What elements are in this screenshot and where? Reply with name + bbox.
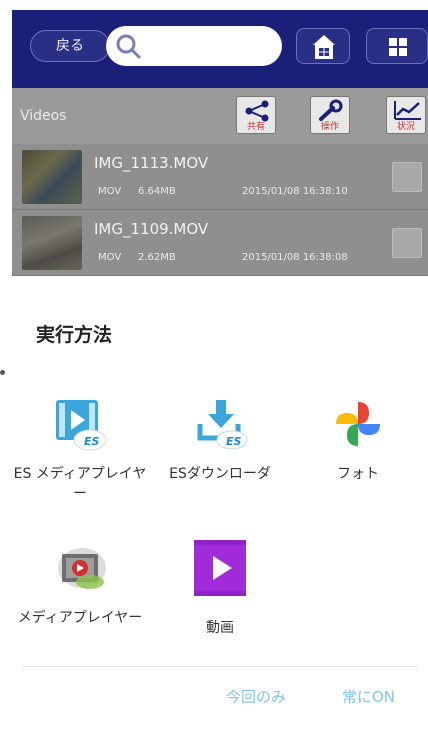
sheet-divider <box>22 666 418 667</box>
file-size: 6.64MB <box>138 186 176 197</box>
file-name: IMG_1109.MOV <box>94 220 209 238</box>
sheet-title: 実行方法 <box>36 324 113 346</box>
home-button[interactable] <box>296 28 350 64</box>
file-type: MOV <box>98 186 122 197</box>
es-media-player-icon: ES <box>56 400 107 451</box>
grid-icon <box>389 38 407 56</box>
file-date: 2015/01/08 16:38:10 <box>242 186 348 197</box>
current-folder-label: Videos <box>20 108 67 124</box>
edge-dot <box>0 370 5 375</box>
file-row[interactable]: IMG_1113.MOV MOV 6.64MB 2015/01/08 16:38… <box>12 144 428 210</box>
video-play-icon <box>194 540 246 596</box>
file-size: 2.62MB <box>138 252 176 263</box>
operation-button[interactable]: 操作 <box>310 96 350 134</box>
home-icon <box>313 35 335 59</box>
photos-pinwheel-icon <box>336 402 380 446</box>
left-edge-strip <box>0 0 12 735</box>
app-label: ESダウンローダ <box>169 466 271 482</box>
svg-text:ES: ES <box>226 435 242 448</box>
search-icon <box>116 34 141 59</box>
app-label: 動画 <box>206 620 234 636</box>
file-checkbox[interactable] <box>392 228 422 258</box>
status-label: 状況 <box>396 122 415 132</box>
operation-label: 操作 <box>320 122 339 132</box>
app-option-video[interactable]: 動画 <box>150 538 290 638</box>
app-option-es-media-player[interactable]: ES ES メディアプレイヤー <box>10 394 150 504</box>
always-button[interactable]: 常にON <box>342 686 395 707</box>
file-date: 2015/01/08 16:38:08 <box>242 252 348 263</box>
share-label: 共有 <box>246 122 265 132</box>
app-option-es-downloader[interactable]: ES ESダウンローダ <box>150 394 290 484</box>
top-toolbar: 戻る <box>12 10 428 88</box>
app-label: メディアプレイヤー <box>17 610 143 626</box>
media-player-icon <box>58 548 106 589</box>
path-bar: Videos 共有 操作 状況 <box>12 88 428 144</box>
file-row[interactable]: IMG_1109.MOV MOV 2.62MB 2015/01/08 16:38… <box>12 210 428 276</box>
share-button[interactable]: 共有 <box>236 96 276 134</box>
open-with-sheet: 実行方法 ES ES メディアプレイヤー ES ESダウンローダ フォト メディ… <box>12 282 428 735</box>
app-option-media-player[interactable]: メディアプレイヤー <box>10 538 150 628</box>
search-input[interactable] <box>106 26 282 66</box>
view-grid-button[interactable] <box>366 28 428 64</box>
app-label: フォト <box>337 466 379 482</box>
svg-text:ES: ES <box>84 435 100 448</box>
app-option-photos[interactable]: フォト <box>288 394 428 484</box>
file-name: IMG_1113.MOV <box>94 154 209 172</box>
status-button[interactable]: 状況 <box>386 96 426 134</box>
es-downloader-icon: ES <box>197 400 248 450</box>
back-button[interactable]: 戻る <box>30 30 110 62</box>
app-label: ES メディアプレイヤー <box>13 466 147 502</box>
just-once-button[interactable]: 今回のみ <box>226 686 286 707</box>
video-thumbnail <box>22 216 82 270</box>
video-thumbnail <box>22 150 82 204</box>
file-checkbox[interactable] <box>392 162 422 192</box>
file-type: MOV <box>98 252 122 263</box>
